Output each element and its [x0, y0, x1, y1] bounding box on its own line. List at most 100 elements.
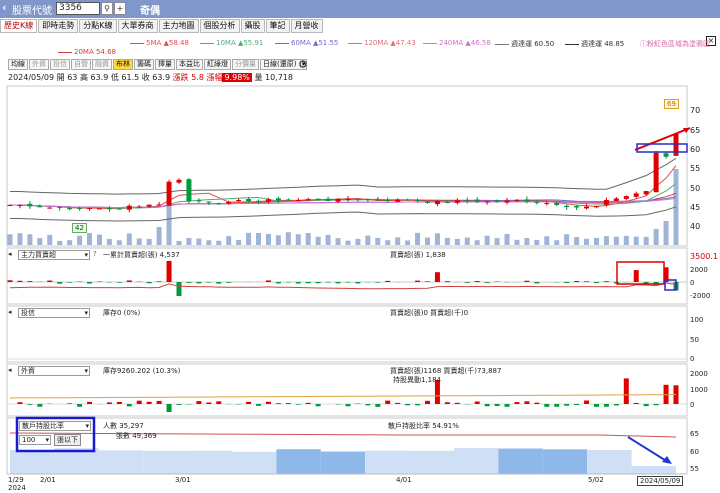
fx-bar	[494, 404, 500, 407]
fx-bar	[375, 404, 381, 407]
foreign-selector[interactable]: 外資	[18, 366, 90, 376]
volume-bar	[146, 238, 152, 245]
candle-body	[524, 199, 530, 202]
candle-body	[554, 203, 560, 205]
mf-bar	[484, 282, 490, 283]
main-panel-frame	[6, 85, 688, 247]
below-button[interactable]: 張以下	[54, 434, 81, 446]
y-tick-65: 65	[690, 126, 701, 135]
fx-bar	[454, 402, 460, 404]
volume-bar	[87, 232, 93, 245]
x-label-0201: 2/01	[40, 476, 56, 484]
candle-body	[663, 153, 669, 157]
help-icon[interactable]: ?	[93, 250, 97, 258]
volume-bar	[405, 240, 411, 245]
candle-body	[643, 191, 649, 195]
volume-bar	[216, 240, 222, 245]
volume-bar	[444, 237, 450, 245]
volume-bar	[504, 233, 510, 245]
foreign-bars	[7, 378, 687, 412]
candle-body	[156, 204, 162, 206]
volume-bar	[385, 240, 391, 245]
candle-body	[37, 205, 43, 208]
mf-bar	[116, 282, 122, 283]
volume-bar	[186, 237, 192, 245]
holders-selector[interactable]: 散戶持股比率	[19, 421, 91, 431]
mf-bar	[47, 280, 53, 282]
mf-bar	[603, 281, 609, 282]
volume-bar	[643, 236, 649, 245]
fx-bar	[206, 402, 212, 404]
volume-bar	[355, 238, 361, 245]
mf-bar	[434, 272, 440, 282]
candle-body	[226, 201, 232, 204]
main-force-selector[interactable]: 主力買賣超	[18, 250, 90, 260]
volume-bar	[305, 233, 311, 245]
stock-chart[interactable]	[0, 0, 720, 493]
fx-bar	[534, 402, 540, 404]
fx-y-2000: 2000	[690, 370, 708, 378]
mf-bar	[87, 282, 93, 284]
volume-bar	[226, 236, 232, 245]
volume-bar	[474, 240, 480, 245]
trust-legend-stock: 庫存0 (0%)	[103, 309, 141, 317]
candle-body	[464, 200, 470, 202]
candle-body	[653, 152, 659, 193]
fx-bar	[126, 404, 132, 407]
y-tick-70: 70	[690, 106, 701, 115]
candle-body	[265, 199, 271, 202]
mf-bar	[305, 282, 311, 284]
foreign-legend-stock: 庫存9260.202 (10.3%)	[103, 367, 181, 375]
mf-y-neg2000: -2000	[690, 292, 711, 300]
chevron-icon[interactable]: ◂	[8, 250, 12, 258]
fx-bar	[514, 402, 520, 404]
fx-bar	[564, 404, 570, 406]
fx-holding-line	[9, 394, 677, 399]
candle-body	[27, 203, 33, 207]
x-label-0401: 4/01	[396, 476, 412, 484]
holders-legend-lots: 張數 49,369	[116, 432, 157, 440]
main-force-legend-net: 買賣超(張) 1,838	[390, 251, 446, 259]
trust-legend-net: 買賣超(張)0 買賣超(千)0	[390, 309, 469, 317]
mf-bar	[564, 282, 570, 283]
chevron-icon-2[interactable]: ◂	[8, 308, 12, 316]
volume-bar	[554, 240, 560, 245]
trust-selector[interactable]: 投信	[18, 308, 90, 318]
volume-bar	[96, 234, 102, 245]
fx-bar	[554, 404, 560, 407]
volume-bar	[196, 238, 202, 245]
chevron-icon-3[interactable]: ◂	[8, 366, 12, 374]
mf-bar	[146, 282, 152, 284]
holders-week-area	[10, 449, 55, 474]
mf-bar	[216, 282, 222, 284]
fx-bar	[484, 404, 490, 407]
volume-bar	[454, 238, 460, 245]
volume-bar	[375, 237, 381, 245]
x-label-current: 2024/05/09	[637, 476, 684, 486]
mf-bar	[285, 282, 291, 283]
trend-arrow-red	[634, 127, 691, 151]
mf-bar	[355, 282, 361, 284]
candle-body	[474, 199, 480, 202]
candle-body	[295, 200, 301, 202]
volume-bar	[494, 238, 500, 245]
holders-week-area	[498, 448, 543, 474]
fx-bar	[415, 404, 421, 406]
fx-bar	[17, 402, 23, 404]
volume-bar	[77, 235, 83, 245]
volume-bar	[514, 239, 520, 245]
mf-bar	[186, 282, 192, 283]
volume-bar	[415, 232, 421, 245]
volume-bar	[464, 237, 470, 245]
volume-bar	[156, 227, 162, 245]
candle-body	[603, 200, 609, 205]
mf-bar	[275, 282, 281, 284]
fx-bar	[285, 403, 291, 404]
fx-bar	[265, 401, 271, 404]
candle-body	[584, 206, 590, 209]
holders-count-select[interactable]: 100	[19, 435, 51, 445]
volume-bar	[544, 236, 550, 245]
fx-bar	[176, 404, 182, 405]
volume-bar	[613, 236, 619, 245]
fx-bar	[653, 404, 659, 406]
